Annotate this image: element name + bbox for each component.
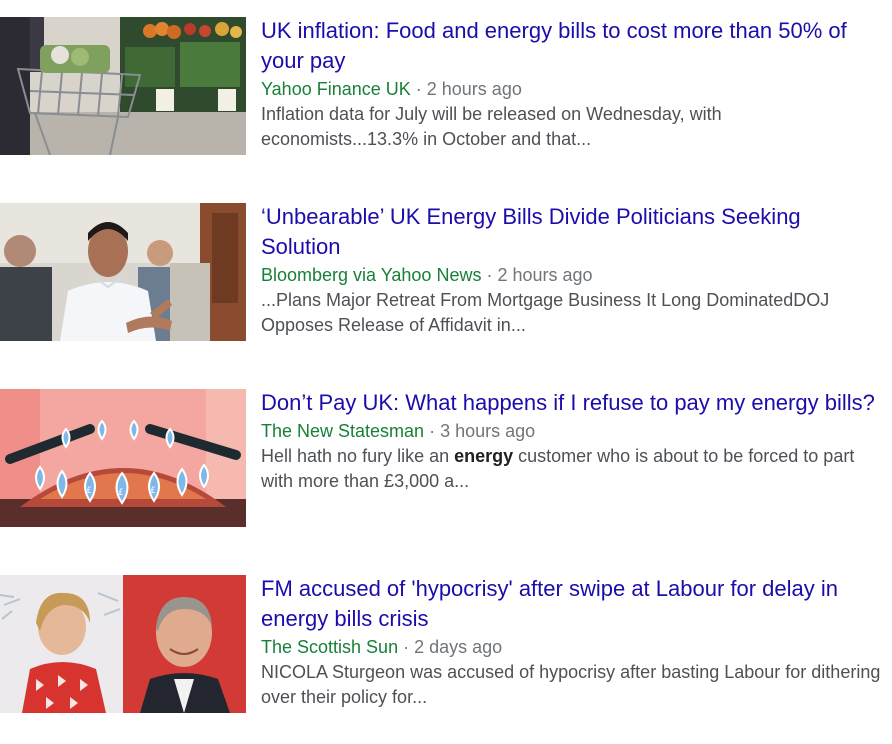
article-thumbnail-image[interactable] — [0, 203, 246, 341]
meta-separator: · — [481, 265, 498, 285]
meta-separator: · — [410, 79, 427, 99]
politician-photo-icon — [0, 203, 246, 341]
snippet-text: NICOLA Sturgeon was accused of hypocrisy… — [261, 662, 881, 707]
snippet-text: Hell hath no fury like an — [261, 446, 455, 466]
article-source: The Scottish Sun — [261, 637, 399, 657]
article-content: UK inflation: Food and energy bills to c… — [261, 17, 883, 152]
article-snippet: NICOLA Sturgeon was accused of hypocrisy… — [261, 660, 883, 710]
two-politicians-photo-icon — [0, 575, 246, 713]
article-content: Don’t Pay UK: What happens if I refuse t… — [261, 389, 883, 494]
snippet-text: Inflation data for July will be released… — [261, 104, 722, 149]
svg-text:£: £ — [150, 486, 156, 496]
article-snippet: Inflation data for July will be released… — [261, 102, 883, 152]
article-meta: Bloomberg via Yahoo News · 2 hours ago — [261, 263, 883, 287]
article-headline-link[interactable]: Don’t Pay UK: What happens if I refuse t… — [261, 388, 883, 418]
article-snippet: ...Plans Major Retreat From Mortgage Bus… — [261, 288, 883, 338]
article-content: FM accused of 'hypocrisy' after swipe at… — [261, 575, 883, 710]
article-time: 2 hours ago — [426, 79, 522, 99]
article-meta: The New Statesman · 3 hours ago — [261, 419, 883, 443]
article-headline-link[interactable]: FM accused of 'hypocrisy' after swipe at… — [261, 574, 883, 634]
meta-separator: · — [424, 421, 441, 441]
article-thumbnail-image[interactable] — [0, 17, 246, 155]
article-source: The New Statesman — [261, 421, 425, 441]
news-result[interactable]: ‘Unbearable’ UK Energy Bills Divide Poli… — [0, 203, 892, 343]
article-content: ‘Unbearable’ UK Energy Bills Divide Poli… — [261, 203, 883, 338]
article-time: 2 hours ago — [497, 265, 593, 285]
article-snippet: Hell hath no fury like an energy custome… — [261, 444, 883, 494]
news-result[interactable]: £ £ £ Don’t Pay UK: What happens if I re… — [0, 389, 892, 529]
news-result[interactable]: UK inflation: Food and energy bills to c… — [0, 17, 892, 157]
shopping-trolley-photo-icon — [0, 17, 246, 155]
article-source: Bloomberg via Yahoo News — [261, 265, 482, 285]
news-result[interactable]: FM accused of 'hypocrisy' after swipe at… — [0, 575, 892, 715]
svg-text:£: £ — [86, 486, 92, 496]
article-meta: The Scottish Sun · 2 days ago — [261, 635, 883, 659]
article-time: 2 days ago — [414, 637, 503, 657]
article-headline-link[interactable]: ‘Unbearable’ UK Energy Bills Divide Poli… — [261, 202, 883, 262]
article-thumbnail-image[interactable]: £ £ £ — [0, 389, 246, 527]
article-meta: Yahoo Finance UK · 2 hours ago — [261, 77, 883, 101]
gas-hob-flames-icon: £ £ £ — [0, 389, 246, 527]
svg-text:£: £ — [118, 488, 124, 498]
snippet-highlight: energy — [454, 446, 514, 466]
article-headline-link[interactable]: UK inflation: Food and energy bills to c… — [261, 16, 883, 76]
article-time: 3 hours ago — [440, 421, 536, 441]
meta-separator: · — [398, 637, 415, 657]
article-thumbnail-image[interactable] — [0, 575, 246, 713]
article-source: Yahoo Finance UK — [261, 79, 411, 99]
snippet-text: ...Plans Major Retreat From Mortgage Bus… — [261, 290, 830, 335]
